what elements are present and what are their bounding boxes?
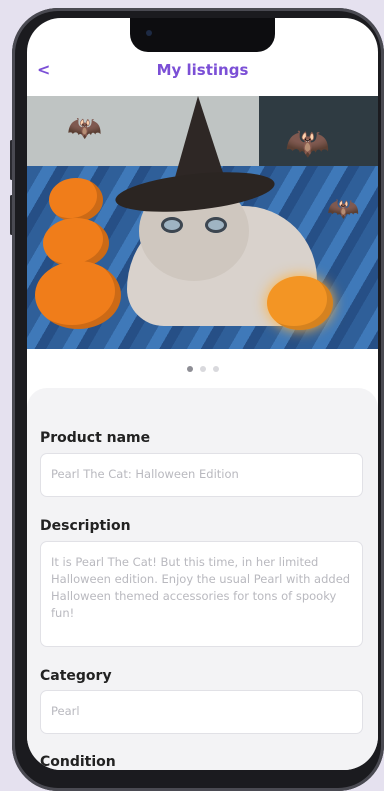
jack-o-lantern-icon <box>267 276 333 330</box>
bat-icon: 🦇 <box>327 194 360 224</box>
carousel-dot[interactable] <box>186 366 193 372</box>
carousel-indicator <box>27 366 378 372</box>
back-button[interactable]: < <box>37 60 50 79</box>
phone-notch <box>130 18 275 52</box>
carousel-dot[interactable] <box>199 366 206 372</box>
bat-icon: 🦇 <box>285 123 330 164</box>
description-label: Description <box>40 518 131 534</box>
product-name-input[interactable]: Pearl The Cat: Halloween Edition <box>40 453 363 497</box>
category-input[interactable]: Pearl <box>40 690 363 734</box>
pumpkin-icon <box>49 178 103 222</box>
category-label: Category <box>40 668 112 684</box>
carousel-dot[interactable] <box>212 366 219 372</box>
pumpkin-icon <box>35 261 121 329</box>
product-image[interactable]: 🦇 🦇 🦇 <box>27 96 378 349</box>
bat-icon: 🦇 <box>67 111 102 144</box>
product-name-label: Product name <box>40 430 151 446</box>
condition-label: Condition <box>40 754 116 770</box>
page-title: My listings <box>156 61 249 79</box>
top-bar: < My listings <box>27 52 378 88</box>
app-screen: < My listings 🦇 🦇 🦇 Product name Pearl T… <box>27 18 378 770</box>
cat-eye <box>205 217 227 233</box>
listing-form: Product name Pearl The Cat: Halloween Ed… <box>27 388 378 770</box>
cat-eye <box>161 217 183 233</box>
description-input[interactable]: It is Pearl The Cat! But this time, in h… <box>40 541 363 647</box>
front-camera <box>146 30 152 36</box>
